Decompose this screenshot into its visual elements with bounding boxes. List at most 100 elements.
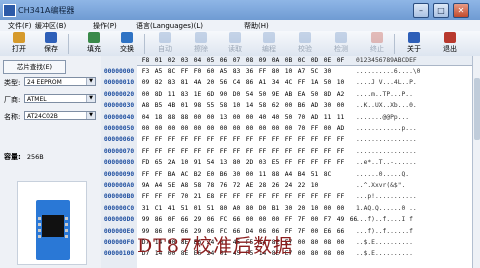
hex-cell[interactable]: FF	[334, 157, 347, 168]
hex-cell[interactable]: 4C	[282, 77, 295, 88]
hex-cell[interactable]: 00	[269, 123, 282, 134]
hex-cell[interactable]: 00	[191, 123, 204, 134]
hex-cell[interactable]: 00	[295, 248, 308, 259]
toolbar-exit-button[interactable]: 退出	[437, 32, 463, 56]
hex-cell[interactable]: 88	[269, 169, 282, 180]
hex-cell[interactable]: 80	[308, 237, 321, 248]
hex-cell[interactable]: 00	[308, 214, 321, 225]
hex-cell[interactable]: 00	[321, 123, 334, 134]
toolbar-open-folder-button[interactable]: 打开	[6, 32, 32, 56]
hex-cell[interactable]: FF	[256, 134, 269, 145]
hex-cell[interactable]: 03	[256, 157, 269, 168]
hex-cell[interactable]: 00	[152, 123, 165, 134]
hex-cell[interactable]: FF	[243, 146, 256, 157]
hex-cell[interactable]: FF	[243, 134, 256, 145]
hex-cell[interactable]: FF	[295, 157, 308, 168]
hex-cell[interactable]: FF	[282, 134, 295, 145]
toolbar-about-button[interactable]: 关于	[401, 32, 427, 56]
hex-cell[interactable]: 00	[230, 123, 243, 134]
hex-cell[interactable]: 80	[230, 157, 243, 168]
hex-cell[interactable]: 08	[321, 237, 334, 248]
hex-cell[interactable]: FF	[139, 191, 152, 202]
hex-cell[interactable]: 13	[217, 157, 230, 168]
scrollbar-thumb[interactable]	[474, 78, 480, 140]
menu-operation[interactable]: 操作(P)	[93, 21, 117, 31]
hex-cell[interactable]: A0	[230, 203, 243, 214]
hex-cell[interactable]: 10	[308, 180, 321, 191]
hex-cell[interactable]: FF	[295, 134, 308, 145]
hex-cell[interactable]: 00	[308, 226, 321, 237]
hex-cell[interactable]: FF	[295, 146, 308, 157]
hex-cell[interactable]: 54	[204, 157, 217, 168]
menu-file[interactable]: 文件(F)	[8, 21, 32, 31]
hex-cell[interactable]: AD	[308, 100, 321, 111]
hex-cell[interactable]: FF	[217, 146, 230, 157]
hex-cell[interactable]: 21	[191, 191, 204, 202]
hex-cell[interactable]: 10	[282, 66, 295, 77]
hex-cell[interactable]: FF	[256, 146, 269, 157]
hex-cell[interactable]: 41	[165, 203, 178, 214]
hex-cell[interactable]: 55	[204, 100, 217, 111]
hex-cell[interactable]: 5C	[308, 66, 321, 77]
hex-cell[interactable]: 83	[165, 77, 178, 88]
hex-cell[interactable]: 00	[165, 123, 178, 134]
hex-cell[interactable]: 80	[308, 248, 321, 259]
chip-search-button[interactable]: 芯片查找(E)	[3, 60, 66, 74]
hex-cell[interactable]: FF	[139, 146, 152, 157]
hex-cell[interactable]: FF	[165, 191, 178, 202]
hex-cell[interactable]: FF	[230, 134, 243, 145]
menu-language[interactable]: 语言(Languages)(L)	[136, 21, 203, 31]
hex-cell[interactable]: 30	[321, 100, 334, 111]
hex-cell[interactable]: 00	[204, 123, 217, 134]
hex-cell[interactable]: FF	[191, 146, 204, 157]
hex-cell[interactable]: 86	[152, 214, 165, 225]
hex-cell[interactable]: B4	[295, 169, 308, 180]
hex-cell[interactable]: 00	[178, 123, 191, 134]
hex-cell[interactable]: B5	[152, 100, 165, 111]
hex-cell[interactable]: 9A	[139, 180, 152, 191]
hex-cell[interactable]: 11	[165, 89, 178, 100]
toolbar-swap-button[interactable]: 交换	[114, 32, 140, 56]
hex-cell[interactable]: 18	[152, 112, 165, 123]
hex-cell[interactable]: FF	[282, 157, 295, 168]
hex-cell[interactable]: A4	[282, 169, 295, 180]
hex-cell[interactable]: 30	[321, 66, 334, 77]
toolbar-save-button[interactable]: 保存	[38, 32, 64, 56]
close-button[interactable]: ✕	[453, 3, 469, 18]
hex-cell[interactable]: 09	[139, 77, 152, 88]
hex-cell[interactable]: FF	[191, 134, 204, 145]
hex-cell[interactable]: FF	[334, 134, 347, 145]
hex-cell[interactable]: 99	[139, 214, 152, 225]
hex-cell[interactable]: A2	[334, 89, 347, 100]
hex-cell[interactable]: 90	[217, 89, 230, 100]
hex-cell[interactable]: 14	[243, 100, 256, 111]
hex-cell[interactable]: FF	[217, 134, 230, 145]
hex-cell[interactable]: FF	[308, 123, 321, 134]
hex-cell[interactable]: 7F	[295, 226, 308, 237]
minimize-button[interactable]: –	[413, 3, 429, 18]
hex-cell[interactable]: 49	[334, 214, 347, 225]
hex-cell[interactable]: FF	[204, 134, 217, 145]
hex-cell[interactable]: 2D	[243, 157, 256, 168]
hex-cell[interactable]: 62	[269, 100, 282, 111]
hex-cell[interactable]: 13	[217, 112, 230, 123]
hex-cell[interactable]: A5	[217, 66, 230, 77]
hex-cell[interactable]: 00	[321, 203, 334, 214]
hex-cell[interactable]: 2A	[165, 157, 178, 168]
hex-cell[interactable]: D0	[230, 89, 243, 100]
toolbar-verify-button[interactable]: 校验	[292, 32, 318, 56]
hex-cell[interactable]: FF	[139, 134, 152, 145]
hex-cell[interactable]: 00	[139, 89, 152, 100]
hex-cell[interactable]: 8D	[321, 89, 334, 100]
hex-cell[interactable]: 00	[334, 100, 347, 111]
hex-cell[interactable]: 20	[204, 77, 217, 88]
hex-cell[interactable]: 58	[191, 180, 204, 191]
hex-cell[interactable]: 00	[269, 214, 282, 225]
vendor-select[interactable]: ATMEL ▼	[24, 94, 96, 103]
hex-cell[interactable]: 8C	[321, 169, 334, 180]
hex-cell[interactable]: FF	[139, 169, 152, 180]
toolbar-read-button[interactable]: 读取	[222, 32, 248, 56]
hex-cell[interactable]: F7	[321, 214, 334, 225]
hex-cell[interactable]: 01	[178, 100, 191, 111]
hex-cell[interactable]: AB	[282, 89, 295, 100]
